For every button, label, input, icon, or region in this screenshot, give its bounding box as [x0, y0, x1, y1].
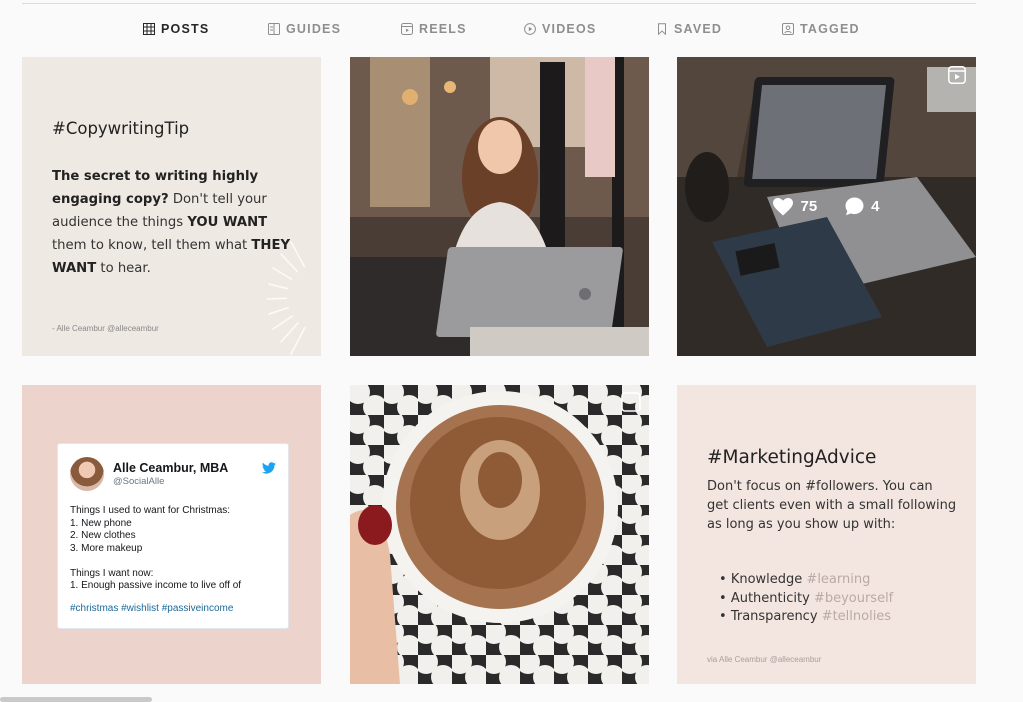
tagged-icon — [782, 23, 794, 35]
tweet-line: 2. New clothes — [70, 530, 136, 541]
tab-saved[interactable]: SAVED — [656, 22, 722, 36]
tweet-line: Things I used to want for Christmas: — [70, 505, 231, 516]
tab-label: VIDEOS — [542, 22, 597, 36]
tab-label: SAVED — [674, 22, 723, 36]
tweet-line: 3. More makeup — [70, 542, 143, 554]
tab-label: POSTS — [161, 22, 210, 36]
tweet-author-name: Alle Ceambur, MBA — [113, 461, 229, 475]
comment-icon — [845, 197, 864, 216]
list-tag: #beyourself — [813, 590, 894, 606]
tab-reels[interactable]: REELS — [401, 22, 467, 36]
post-list: Knowledge #learning Authenticity #beyour… — [707, 571, 893, 627]
twitter-bird-icon — [262, 462, 276, 474]
grid-icon — [143, 23, 155, 35]
list-item: Transparency #tellnolies — [707, 608, 893, 627]
list-word: Transparency — [730, 609, 818, 625]
tab-label: REELS — [419, 22, 467, 36]
tab-tagged[interactable]: TAGGED — [782, 22, 860, 36]
post-stats: 75 4 — [677, 197, 976, 216]
reels-icon — [401, 23, 413, 35]
tweet-card: Alle Ceambur, MBA @SocialAlle Things I u… — [57, 443, 289, 629]
tab-guides[interactable]: GUIDES — [268, 22, 341, 36]
list-tag: #learning — [806, 572, 871, 587]
likes-stat: 75 — [773, 197, 817, 216]
post-hashtag: #MarketingAdvice — [707, 447, 877, 468]
post-copywriting-tip[interactable]: #CopywritingTip The secret to writing hi… — [22, 57, 321, 356]
coffee-photo-image — [350, 385, 649, 684]
list-item: Authenticity #beyourself — [707, 590, 893, 609]
horizontal-scrollbar[interactable] — [0, 697, 152, 702]
likes-count: 75 — [800, 198, 818, 215]
post-hashtag: #CopywritingTip — [52, 119, 190, 138]
tab-label: GUIDES — [286, 22, 342, 36]
list-word: Authenticity — [730, 590, 810, 606]
tab-videos[interactable]: VIDEOS — [524, 22, 596, 36]
tab-label: TAGGED — [800, 22, 860, 36]
post-credit: via Alle Ceambur @alleceambur — [707, 655, 822, 664]
tweet-line: Things I want now: — [70, 567, 154, 579]
sunburst-decoration — [266, 241, 321, 355]
post-cafe-photo[interactable] — [350, 57, 649, 356]
post-coffee-photo[interactable] — [350, 385, 649, 684]
list-word: Knowledge — [730, 572, 803, 587]
tweet-line: 1. New phone — [70, 517, 132, 529]
top-divider — [22, 3, 976, 4]
reel-indicator-icon — [948, 66, 966, 84]
tweet-line: 1. Enough passive income to live off of — [70, 580, 242, 591]
body-emphasis: YOU WANT — [187, 215, 268, 230]
comments-count: 4 — [871, 198, 880, 215]
heart-icon — [773, 197, 794, 215]
tab-posts[interactable]: POSTS — [143, 22, 209, 36]
list-tag: #tellnolies — [821, 609, 892, 625]
profile-tabs: POSTS GUIDES REELS VIDEOS SAVED TAGGED — [0, 18, 1023, 42]
body-text: to hear. — [96, 261, 151, 276]
avatar — [70, 457, 104, 491]
post-credit: - Alle Ceambur @alleceambur — [52, 324, 159, 333]
bookmark-icon — [658, 23, 666, 35]
play-icon — [524, 23, 536, 35]
comments-stat: 4 — [845, 197, 880, 216]
cafe-photo-image — [350, 57, 649, 356]
post-tweet-screenshot[interactable]: Alle Ceambur, MBA @SocialAlle Things I u… — [22, 385, 321, 684]
guides-icon — [268, 23, 280, 35]
tweet-author-handle: @SocialAlle — [113, 476, 165, 487]
body-text: them to know, tell them what — [52, 238, 252, 253]
post-body: Don't focus on #followers. You can get c… — [707, 479, 957, 532]
list-item: Knowledge #learning — [707, 571, 893, 590]
tweet-text: Things I used to want for Christmas: 1. … — [70, 505, 280, 593]
post-laptop-photo[interactable]: 75 4 — [677, 57, 976, 356]
tweet-hashtags: #christmas #wishlist #passiveincome — [70, 603, 234, 614]
post-marketing-advice[interactable]: #MarketingAdvice Don't focus on #followe… — [677, 385, 976, 684]
